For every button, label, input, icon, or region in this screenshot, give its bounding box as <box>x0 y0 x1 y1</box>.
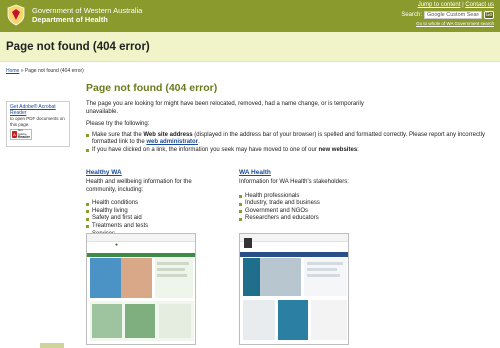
thumb-hero-image <box>121 258 152 298</box>
main-content: Page not found (404 error) The page you … <box>86 82 486 155</box>
breadcrumb: Home » Page not found (404 error) <box>6 68 84 74</box>
page: Government of Western Australia Departme… <box>0 0 500 348</box>
adobe-badge-text: Get Adobe Reader <box>18 129 30 140</box>
search-label: Search: <box>401 12 422 18</box>
suggestion-bold: Web site address <box>143 131 193 138</box>
web-administrator-link[interactable]: web administrator <box>146 139 198 145</box>
list-item: Researchers and educators <box>239 215 369 223</box>
list-item: Health professionals <box>239 193 369 201</box>
suggestion-text: If you have clicked on a link, the infor… <box>92 146 319 153</box>
footer-logos <box>40 343 64 348</box>
thumb-topbar <box>87 234 195 242</box>
govt-line-1: Government of Western Australia <box>32 6 143 15</box>
search-go-button[interactable]: Go <box>484 11 494 19</box>
jump-to-content-link[interactable]: Jump to content <box>418 2 461 8</box>
title-band: Page not found (404 error) <box>0 32 500 62</box>
utility-links: Jump to content | Contact us <box>418 2 494 8</box>
suggestion-text: : <box>357 146 359 153</box>
government-crest-icon <box>7 4 25 26</box>
list-item: Healthy living <box>86 208 216 216</box>
breadcrumb-current: Page not found (404 error) <box>24 68 84 74</box>
thumb-crest-icon <box>244 238 252 248</box>
util-separator: | <box>462 2 464 8</box>
healthy-wa-description: Health and wellbeing information for the… <box>86 179 192 193</box>
thumb-panel <box>278 300 308 340</box>
thumb-box <box>92 304 122 338</box>
wa-health-screenshot[interactable] <box>239 233 349 345</box>
suggestion-bold: new websites <box>318 146 358 153</box>
adobe-badge-line2: Reader <box>17 135 30 140</box>
wa-health-list: Health professionals Industry, trade and… <box>239 193 369 223</box>
adobe-reader-link[interactable]: Get Adobe® Acrobat Reader <box>10 104 66 116</box>
search-input[interactable] <box>424 11 482 19</box>
thumb-panel <box>243 300 275 340</box>
thumb-line <box>157 268 185 271</box>
suggestion-item: If you have clicked on a link, the infor… <box>86 147 486 155</box>
adobe-reader-box: Get Adobe® Acrobat Reader to open PDF do… <box>6 101 70 147</box>
adobe-reader-text: to open PDF documents on this page. <box>10 116 65 127</box>
wa-health-column: WA Health Information for WA Health's st… <box>239 161 369 223</box>
breadcrumb-home-link[interactable]: Home <box>6 68 19 74</box>
suggestion-text: Make sure that the <box>92 131 144 138</box>
adobe-logo-icon: A <box>12 131 17 138</box>
contact-us-link[interactable]: Contact us <box>465 2 494 8</box>
thumb-navbar <box>87 253 195 257</box>
thumb-box <box>159 304 191 338</box>
wa-health-description: Information for WA Health's stakeholders… <box>239 179 349 185</box>
list-item: Government and NGOs <box>239 208 369 216</box>
search-bar: Search: Go <box>401 11 494 19</box>
list-item: Industry, trade and business <box>239 200 369 208</box>
suggestion-text: . <box>198 139 200 146</box>
list-item: Safety and first aid <box>86 215 216 223</box>
thumb-line <box>157 262 189 265</box>
suggestion-item: Make sure that the Web site address (dis… <box>86 132 486 147</box>
government-name[interactable]: Government of Western Australia Departme… <box>32 6 142 24</box>
site-header: Government of Western Australia Departme… <box>0 0 500 32</box>
wa-health-link[interactable]: WA Health <box>239 169 271 176</box>
thumb-navbar <box>240 252 348 257</box>
thumb-box <box>125 304 155 338</box>
whole-govt-search-link[interactable]: Go to whole of WA Government search <box>416 21 494 26</box>
healthy-wa-thumb-logo: ● <box>115 242 119 248</box>
thumb-line <box>307 262 343 265</box>
list-item: Health conditions <box>86 200 216 208</box>
intro-text: The page you are looking for might have … <box>86 101 364 115</box>
get-adobe-reader-badge[interactable]: A Get Adobe Reader <box>10 129 32 140</box>
govt-line-2: Department of Health <box>32 15 108 24</box>
healthy-wa-column: Healthy WA Health and wellbeing informat… <box>86 161 216 238</box>
thumb-header <box>244 238 346 250</box>
thumb-panel <box>311 300 347 340</box>
healthy-wa-link[interactable]: Healthy WA <box>86 169 122 176</box>
healthy-wa-screenshot[interactable]: ● <box>86 233 196 345</box>
list-item: Treatments and tests <box>86 223 216 231</box>
try-label: Please try the following: <box>86 121 150 128</box>
band-title: Page not found (404 error) <box>6 41 150 53</box>
suggestion-list: Make sure that the Web site address (dis… <box>86 132 486 155</box>
thumb-line <box>307 268 337 271</box>
page-title: Page not found (404 error) <box>86 82 218 94</box>
thumb-line <box>307 274 340 277</box>
thumb-hero-image <box>260 258 301 296</box>
thumb-line <box>157 274 187 277</box>
